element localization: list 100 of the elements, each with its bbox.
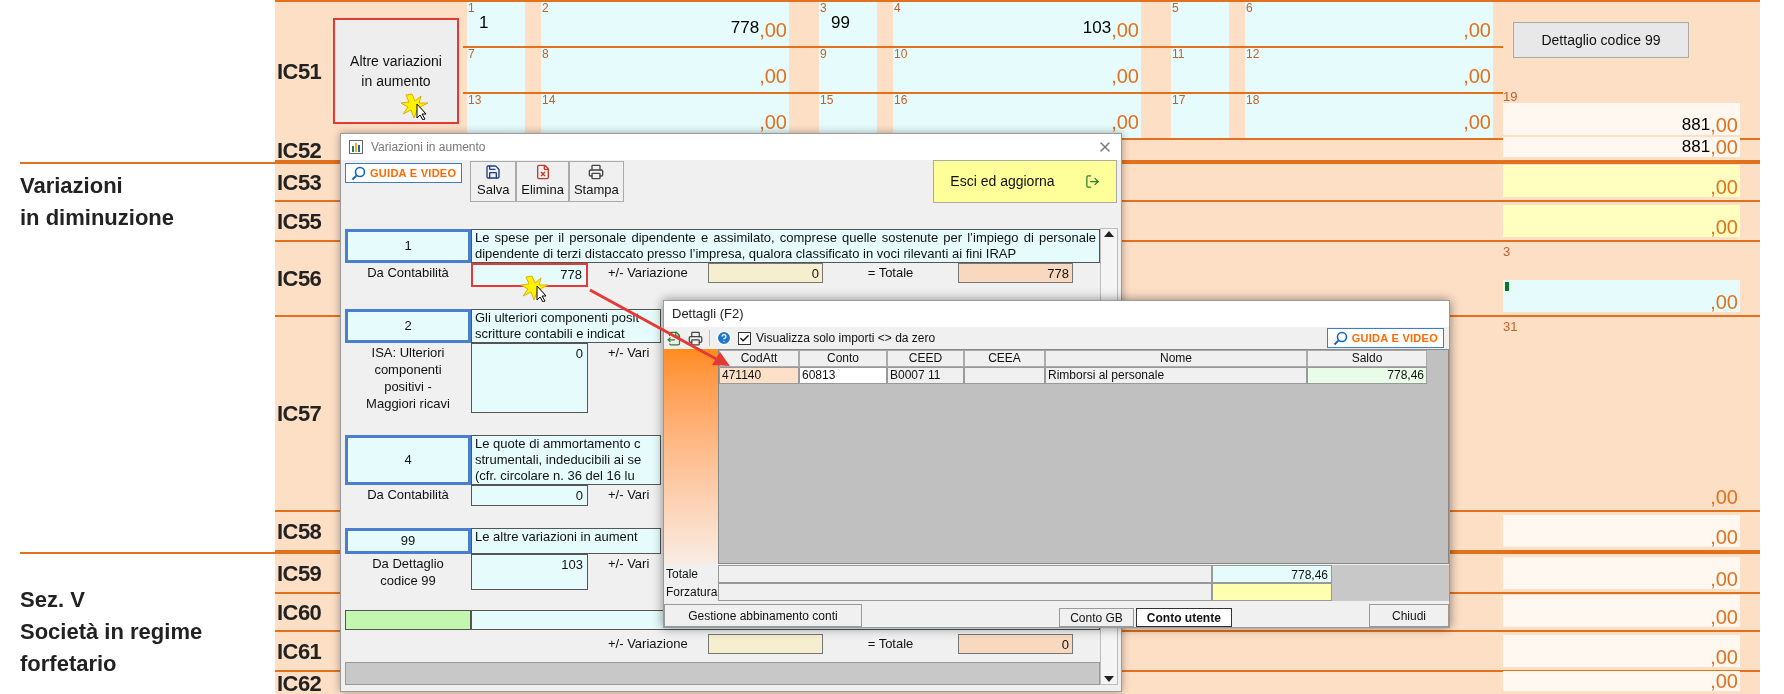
field-number: 11 [1171,48,1186,60]
source-label: ISA: Ulteriori componenti positivi - Maggiori ricavi [365,343,451,413]
variation-label: +/- Vari [607,485,651,504]
column-header[interactable]: Conto [799,350,887,367]
field-number: 18 [1246,94,1260,106]
field-number: 5 [1171,2,1180,14]
section-title: Sez. V Società in regime forfetario [20,586,204,678]
variation-label: +/- Variazione [607,264,689,282]
amount-field[interactable]: 16 ,00 [893,94,1141,138]
field-number: 4 [894,2,901,14]
row-code: IC57 [277,400,322,428]
column-header[interactable]: Nome [1045,350,1307,367]
code-field[interactable]: 7 [467,48,525,92]
toolbar-button[interactable]: Elimina [516,161,569,202]
decimal-text: ,00 [1710,115,1738,135]
field-number: 2 [542,2,549,14]
chart-icon [349,140,363,154]
source-field[interactable]: 0 [471,342,588,413]
manage-button[interactable]: Gestione abbinamento conti [664,604,862,627]
row-code: IC59 [277,559,322,588]
field-number: 15 [819,94,835,106]
table-cell: B0007 11 [887,367,964,384]
detail-button[interactable]: Dettaglio codice 99 [1513,22,1689,58]
printer-icon [588,163,605,180]
amount-field[interactable]: 18 ,00 [1245,94,1493,138]
variation-field[interactable] [708,633,823,654]
source-label: Da Dettaglio codice 99 [371,554,445,590]
source-field[interactable]: 778 [471,263,588,287]
amount-value: 881 [1681,116,1711,133]
code-field[interactable]: 99 [345,528,471,554]
source-label: Da Contabilità [366,485,450,504]
field-number: 6 [1246,2,1253,14]
column-header[interactable]: Saldo [1307,350,1427,367]
field-number: 7 [467,48,476,60]
code-field[interactable]: 11 [1171,48,1229,92]
amount-field[interactable]: 8 ,00 [541,48,789,92]
amount-field[interactable]: 881,00 [1503,137,1740,157]
decimal-text: ,00 [1111,20,1139,40]
field-number: 13 [467,94,483,106]
description-text: Le spese per il personale dipendente e assimilato, comprese quelle sostenute per l’impiego di personale dipendente di terzi distaccato presso l’impresa, qualora classificato in voci rilevanti ai fini IRAP [471,229,1100,263]
toolbar-button[interactable]: Stampa [568,161,624,202]
amount-field[interactable]: 10 ,00 [893,48,1141,92]
variation-button[interactable]: Altre variazioni in aumento [333,18,459,124]
row-code: IC52 [277,136,322,165]
decimal-text: ,00 [1463,20,1491,40]
code-field[interactable]: 1 1 [467,2,525,46]
column-header[interactable]: CEEA [964,350,1045,367]
total-field: 778,46 [1212,565,1332,583]
toolbar-button[interactable]: Salva [470,161,517,202]
code-field[interactable]: 1 [345,229,471,263]
click-burst-icon [520,274,550,302]
override-field[interactable] [1212,583,1332,601]
row-code: IC55 [277,207,322,236]
total-field: 778 [958,263,1073,283]
code-field[interactable]: 3 99 [819,2,877,46]
field-number: 31 [1503,320,1519,333]
decimal-text: ,00 [1710,671,1738,691]
printer-icon[interactable] [688,330,703,346]
row-code: IC62 [277,669,322,694]
decimal-text: ,00 [1111,112,1139,132]
field-number: 19 [1503,90,1519,103]
code-field[interactable]: 5 [1171,2,1229,46]
decimal-text: ,00 [1710,569,1738,589]
code-value: 1 [478,14,490,31]
amount-field[interactable]: 12 ,00 [1245,48,1493,92]
code-field[interactable]: 17 [1171,94,1229,138]
code-field[interactable]: 9 [819,48,877,92]
variation-field[interactable]: 0 [708,263,823,283]
total-label: = Totale [866,634,915,653]
field-number: 8 [542,48,549,60]
checkbox[interactable] [738,331,751,345]
source-field[interactable]: 0 [471,484,588,506]
decimal-text: ,00 [1111,66,1139,86]
field-number: 12 [1246,48,1260,60]
table-cell: 60813 [799,367,887,384]
row-code: IC61 [277,637,322,666]
decimal-text: ,00 [759,112,787,132]
row-code: IC53 [277,168,322,197]
amount-field[interactable]: 881,00 [1503,103,1740,135]
decimal-text: ,00 [1710,177,1738,197]
close-button[interactable]: Chiudi [1369,604,1449,627]
amount-field[interactable]: 6 ,00 [1245,2,1493,46]
checkbox-label: Visualizza solo importi <> da zero [756,330,936,347]
help-icon[interactable] [716,330,732,346]
row-code: IC58 [277,517,322,546]
tab[interactable]: Conto utente [1135,608,1232,627]
decimal-text: ,00 [1710,292,1738,312]
code-field[interactable]: 2 [345,308,471,343]
exit-button[interactable]: Esci ed aggiorna [933,160,1117,203]
source-field[interactable]: 103 [471,553,588,590]
window-title: Variazioni in aumento [371,139,486,156]
column-header[interactable]: CodAtt [719,350,799,367]
code-value: 99 [830,14,851,31]
decimal-text: ,00 [1710,647,1738,667]
decimal-text: ,00 [1710,607,1738,627]
amount-value: 103 [1082,19,1112,36]
tab[interactable]: Conto GB [1059,608,1134,627]
column-header[interactable]: CEED [887,350,964,367]
code-field[interactable]: 4 [345,434,471,485]
export-icon[interactable] [667,330,682,346]
